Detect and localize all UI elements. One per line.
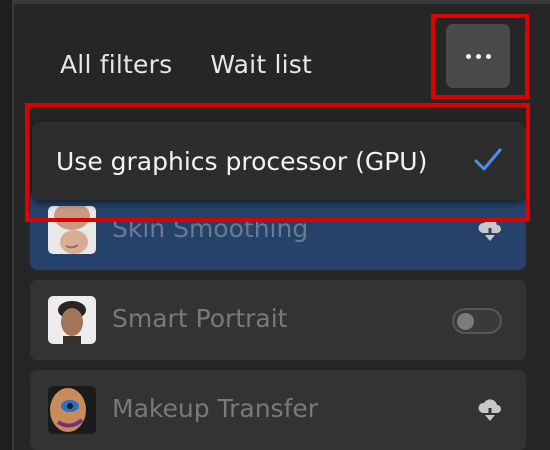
panel-top-border	[14, 0, 550, 4]
smart-portrait-thumbnail	[48, 296, 96, 344]
more-horizontal-icon	[465, 53, 491, 59]
gpu-option-label: Use graphics processor (GPU)	[56, 146, 428, 176]
filter-label: Makeup Transfer	[112, 394, 319, 423]
more-options-button[interactable]	[446, 24, 510, 88]
skin-smoothing-thumbnail	[48, 206, 96, 254]
tab-all-filters[interactable]: All filters	[60, 50, 172, 79]
options-menu-item-gpu[interactable]: Use graphics processor (GPU)	[32, 122, 526, 200]
checkmark-icon	[474, 148, 502, 176]
filter-tabs: All filters Wait list	[60, 50, 312, 79]
filter-card-skin-smoothing[interactable]: Skin Smoothing	[30, 190, 526, 270]
enable-toggle[interactable]	[452, 308, 502, 334]
cloud-download-icon[interactable]	[476, 396, 504, 428]
toggle-knob	[457, 313, 474, 330]
filter-label: Smart Portrait	[112, 304, 288, 333]
filter-card-makeup-transfer[interactable]: Makeup Transfer	[30, 370, 526, 450]
cloud-download-icon[interactable]	[476, 216, 504, 248]
tab-wait-list[interactable]: Wait list	[210, 50, 312, 79]
makeup-transfer-thumbnail	[48, 386, 96, 434]
filter-label: Skin Smoothing	[112, 214, 309, 243]
filter-card-smart-portrait[interactable]: Smart Portrait	[30, 280, 526, 360]
